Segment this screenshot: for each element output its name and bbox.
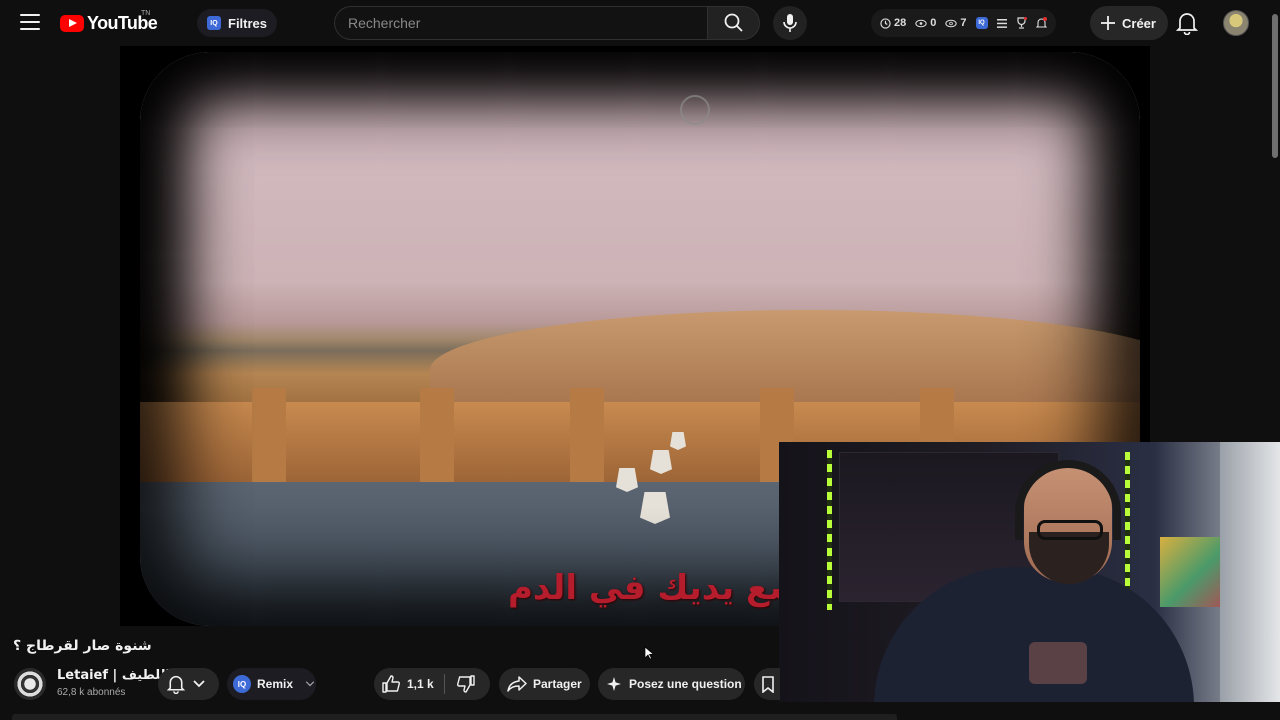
like-button[interactable]: 1,1 k (382, 674, 445, 694)
top-bar: YouTube TN IQ Filtres 28 0 7 IQ Créer (0, 0, 1280, 46)
like-dislike-group: 1,1 k (374, 668, 490, 700)
wall-tower (420, 388, 454, 484)
mouse-cursor-icon (644, 646, 653, 660)
search-box[interactable] (334, 6, 708, 40)
video-title: شنوة صار لقرطاج ؟ (13, 638, 152, 654)
filters-button[interactable]: IQ Filtres (197, 9, 278, 37)
stat-watched-value: 0 (930, 17, 937, 29)
subscriber-count: 62,8 k abonnés (57, 687, 126, 698)
curtain (1220, 442, 1280, 702)
ask-question-button[interactable]: Posez une question (598, 668, 745, 700)
bookmark-icon (762, 675, 774, 693)
stat-viewed: 7 (945, 17, 967, 29)
loading-spinner (680, 95, 710, 125)
clock-icon (880, 17, 891, 29)
thumbs-up-icon (382, 675, 400, 693)
save-button[interactable] (754, 668, 780, 700)
ask-label: Posez une question (629, 677, 742, 691)
create-button[interactable]: Créer (1090, 6, 1168, 40)
webcam-overlay (779, 442, 1280, 702)
like-count: 1,1 k (407, 677, 434, 691)
shirt-logo (1029, 642, 1087, 684)
channel-name[interactable]: Letaief | اللطيف (57, 668, 170, 683)
stat-history: 28 (880, 17, 906, 29)
stat-watched: 0 (915, 17, 936, 29)
search-button[interactable] (707, 6, 760, 40)
account-avatar[interactable] (1223, 10, 1249, 36)
eye-icon (915, 19, 927, 27)
notification-bell-small-icon[interactable] (1035, 17, 1047, 29)
description-panel-edge (12, 714, 897, 720)
subscription-bell-button[interactable] (158, 668, 219, 700)
extension-stats[interactable]: 28 0 7 IQ (871, 9, 1056, 37)
search-input[interactable] (348, 15, 708, 31)
ship (616, 468, 638, 492)
search-icon (724, 13, 743, 32)
remix-label: Remix (257, 677, 294, 691)
share-label: Partager (533, 677, 582, 691)
ship (670, 432, 686, 450)
video-subtitle: ضع يديك في الدم (508, 568, 803, 608)
list-icon[interactable] (996, 18, 1007, 28)
create-label: Créer (1122, 15, 1156, 31)
sparkle-icon (607, 677, 621, 691)
ship (640, 492, 670, 524)
logo-country-code: TN (141, 10, 151, 17)
led-strip (1125, 452, 1130, 592)
plus-icon (1101, 16, 1115, 30)
thumbs-down-icon (456, 675, 475, 693)
remix-button[interactable]: IQ Remix (227, 668, 316, 700)
menu-icon[interactable] (20, 14, 40, 30)
glasses (1037, 520, 1103, 540)
bell-icon (1175, 13, 1199, 36)
iq-extension-icon[interactable]: IQ (975, 17, 988, 29)
channel-avatar[interactable] (14, 668, 46, 700)
wall-tower (570, 388, 604, 484)
share-icon (507, 676, 527, 692)
eye-outline-icon (945, 19, 958, 27)
stat-viewed-value: 7 (960, 17, 967, 29)
iq-icon: IQ (207, 16, 221, 30)
wall-tower (252, 388, 286, 484)
microphone-icon (783, 14, 797, 32)
chevron-down-icon (193, 680, 205, 688)
youtube-play-icon (60, 15, 84, 32)
trophy-icon[interactable] (1016, 17, 1027, 29)
iq-icon: IQ (233, 675, 251, 693)
page-scrollbar[interactable] (1272, 14, 1278, 158)
led-strip (827, 450, 832, 610)
chevron-down-icon (305, 681, 315, 687)
share-button[interactable]: Partager (499, 668, 590, 700)
ship (650, 450, 672, 474)
stat-history-value: 28 (894, 17, 907, 29)
filters-label: Filtres (228, 15, 268, 31)
voice-search-button[interactable] (773, 6, 807, 40)
notifications-button[interactable] (1175, 11, 1199, 40)
dislike-button[interactable] (445, 675, 475, 693)
bell-icon (167, 675, 185, 694)
